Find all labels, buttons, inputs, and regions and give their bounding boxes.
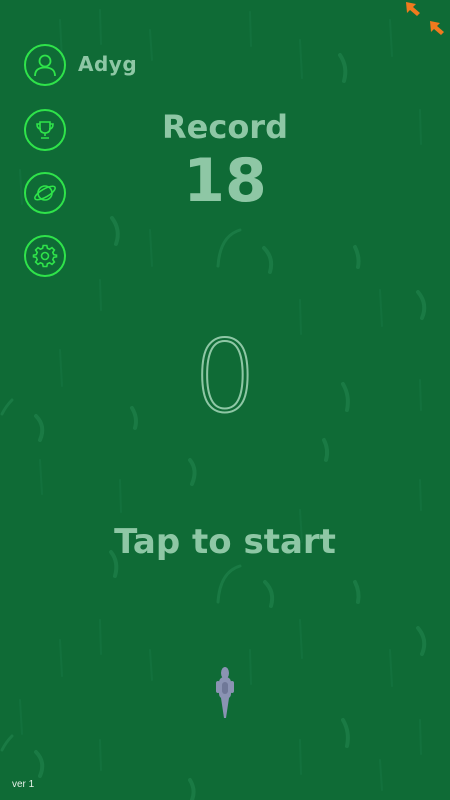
settings-button[interactable] bbox=[24, 235, 66, 277]
player-name: Adyg bbox=[78, 52, 138, 76]
user-icon bbox=[34, 54, 56, 77]
record-value: 18 bbox=[183, 146, 267, 216]
profile-button[interactable] bbox=[24, 44, 66, 86]
player-character-sprite bbox=[216, 667, 234, 718]
tap-to-start-prompt[interactable]: Tap to start bbox=[0, 522, 450, 562]
record-label: Record bbox=[162, 108, 288, 146]
current-score: 0 bbox=[192, 317, 258, 436]
corner-arrows-icon bbox=[406, 2, 444, 35]
gear-icon bbox=[32, 244, 58, 268]
version-label: ver 1 bbox=[12, 779, 35, 790]
